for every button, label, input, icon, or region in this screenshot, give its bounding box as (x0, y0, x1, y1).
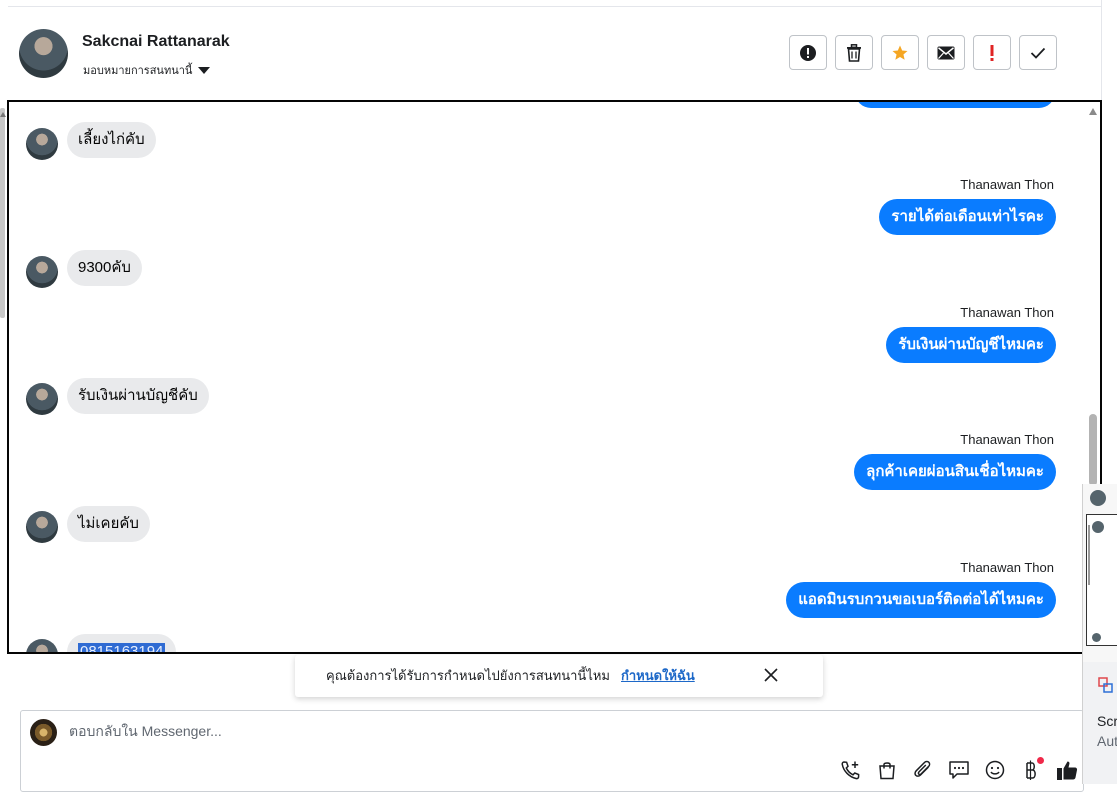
phone-number-selection[interactable]: 0815163194 (78, 643, 166, 652)
mini-title: Scre (1097, 713, 1117, 729)
exclamation-icon (990, 44, 994, 61)
phone-plus-button[interactable] (838, 757, 864, 783)
paperclip-icon (914, 760, 931, 777)
left-scrollbar[interactable] (0, 108, 5, 318)
report-button[interactable] (789, 35, 827, 70)
caret-down-icon (198, 66, 211, 74)
floating-window-preview[interactable]: Scre Aut (1082, 484, 1117, 784)
reply-input[interactable] (69, 723, 669, 739)
sender-name: Thanawan Thon (960, 177, 1054, 192)
customer-avatar[interactable] (26, 383, 58, 415)
toast-message: คุณต้องการได้รับการกำหนดไปยังการสนทนานี้… (326, 668, 610, 683)
mini-conversation (1086, 514, 1117, 646)
sender-name: Thanawan Thon (960, 432, 1054, 447)
emoji-button[interactable] (982, 757, 1008, 783)
top-divider (8, 6, 1101, 7)
mark-unread-button[interactable] (927, 35, 965, 70)
scroll-up-arrow-icon[interactable] (1089, 108, 1097, 115)
message-bubble-outgoing: รับเงินผ่านบัญชีไหมคะ (886, 327, 1056, 363)
customer-avatar[interactable] (26, 639, 58, 652)
smiley-icon (985, 760, 1005, 780)
mini-avatar (1092, 633, 1101, 642)
contact-avatar[interactable] (19, 29, 68, 78)
check-icon (1030, 47, 1046, 59)
assign-label: มอบหมายการสนทนานี้ (83, 65, 193, 77)
sender-name: Thanawan Thon (960, 560, 1054, 575)
priority-button[interactable] (973, 35, 1011, 70)
assign-to-me-link[interactable]: กำหนดให้ฉัน (621, 665, 695, 686)
message-bubble-incoming: เลี้ยงไก่คับ (67, 122, 156, 158)
conversation-scrollbar-thumb[interactable] (1089, 414, 1097, 486)
message-bubble-incoming: 9300คับ (67, 250, 142, 286)
alert-circle-icon (800, 44, 816, 61)
message-bubble-outgoing-partial (855, 102, 1055, 108)
sender-name: Thanawan Thon (960, 305, 1054, 320)
screenshot-app-icon (1098, 677, 1113, 693)
customer-avatar[interactable] (26, 128, 58, 160)
like-button[interactable] (1054, 757, 1080, 783)
notification-dot (1037, 757, 1044, 764)
mark-done-button[interactable] (1019, 35, 1057, 70)
phone-plus-icon (841, 761, 860, 780)
mini-subtitle: Aut (1097, 733, 1117, 749)
assignment-suggestion-toast: คุณต้องการได้รับการกำหนดไปยังการสนทนานี้… (295, 655, 823, 697)
conversation-actions (789, 35, 1057, 70)
chat-bubble-icon (949, 761, 969, 779)
assign-conversation-dropdown[interactable]: มอบหมายการสนทนานี้ (83, 61, 211, 79)
shopping-bag-icon (879, 762, 895, 780)
message-bubble-incoming: 0815163194 (67, 634, 177, 652)
mini-avatar (1092, 521, 1104, 533)
close-icon[interactable] (763, 667, 779, 683)
trash-icon (847, 43, 861, 62)
saved-replies-button[interactable] (946, 757, 972, 783)
delete-button[interactable] (835, 35, 873, 70)
shop-button[interactable] (874, 757, 900, 783)
message-bubble-outgoing: รายได้ต่อเดือนเท่าไรคะ (879, 199, 1056, 235)
customer-avatar[interactable] (26, 511, 58, 543)
conversation-panel: เลี้ยงไก่คับ Thanawan Thon รายได้ต่อเดือ… (7, 100, 1102, 654)
mini-avatar (1090, 490, 1106, 506)
contact-name[interactable]: Sakcnai Rattanarak (82, 33, 230, 51)
composer-toolbar (838, 757, 1080, 783)
message-bubble-outgoing: ลุกค้าเคยผ่อนสินเชื่อไหมคะ (854, 454, 1056, 490)
message-bubble-incoming: ไม่เคยคับ (67, 506, 150, 542)
message-bubble-outgoing: แอดมินรบกวนขอเบอร์ติดต่อได้ไหมคะ (786, 582, 1056, 618)
star-button[interactable] (881, 35, 919, 70)
mini-scrollbar (1088, 525, 1090, 585)
star-icon (892, 45, 908, 60)
left-scroll-arrow-icon[interactable] (0, 112, 6, 117)
page-avatar (30, 719, 57, 746)
attach-button[interactable] (910, 757, 936, 783)
payment-button[interactable] (1018, 757, 1044, 783)
envelope-icon (937, 46, 955, 59)
message-bubble-incoming: รับเงินผ่านบัญชีคับ (67, 378, 209, 414)
thumbs-up-icon (1057, 761, 1078, 780)
customer-avatar[interactable] (26, 256, 58, 288)
